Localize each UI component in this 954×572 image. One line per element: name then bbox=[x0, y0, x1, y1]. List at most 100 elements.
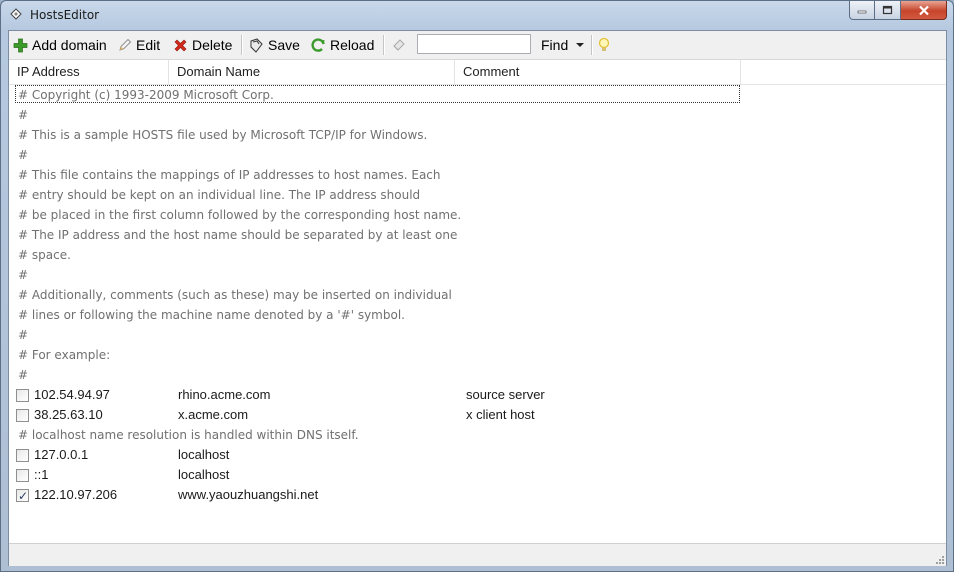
ip-cell: 127.0.0.1 bbox=[34, 447, 89, 462]
find-button[interactable]: Find bbox=[541, 34, 568, 56]
comment-text: # This is a sample HOSTS file used by Mi… bbox=[18, 128, 428, 142]
delete-label: Delete bbox=[192, 37, 233, 53]
ip-cell: 122.10.97.206 bbox=[34, 487, 118, 502]
dropdown-arrow-icon bbox=[576, 43, 584, 47]
comment-cell: x client host bbox=[466, 407, 535, 422]
minimize-button[interactable] bbox=[849, 1, 875, 20]
save-icon bbox=[250, 37, 263, 53]
comment-cell: source server bbox=[466, 387, 545, 402]
toolbar-separator bbox=[241, 35, 243, 55]
comment-text: # For example: bbox=[18, 348, 111, 362]
maximize-button[interactable] bbox=[875, 1, 901, 20]
toolbar-separator bbox=[383, 35, 385, 55]
comment-row[interactable]: # lines or following the machine name de… bbox=[9, 305, 946, 325]
find-input[interactable] bbox=[417, 34, 531, 54]
column-header-ip[interactable]: IP Address bbox=[9, 60, 169, 84]
enable-checkbox[interactable] bbox=[16, 486, 29, 506]
reload-button[interactable]: Reload bbox=[311, 34, 374, 56]
pencil-icon bbox=[119, 38, 132, 51]
app-window: HostsEditor Add domain Edit Delete Save … bbox=[0, 0, 954, 572]
comment-row[interactable]: # bbox=[9, 325, 946, 345]
comment-row[interactable]: # Copyright (c) 1993-2009 Microsoft Corp… bbox=[9, 85, 946, 105]
comment-text: # Copyright (c) 1993-2009 Microsoft Corp… bbox=[18, 88, 274, 102]
delete-x-icon bbox=[174, 39, 187, 51]
host-entry-row[interactable]: 127.0.0.1 localhost bbox=[9, 445, 946, 465]
host-entry-row[interactable]: 38.25.63.10 x.acme.com x client host bbox=[9, 405, 946, 425]
comment-row[interactable]: # localhost name resolution is handled w… bbox=[9, 425, 946, 445]
comment-row[interactable]: # bbox=[9, 105, 946, 125]
eraser-icon bbox=[393, 39, 405, 51]
comment-text: # lines or following the machine name de… bbox=[18, 308, 405, 322]
ip-cell: 38.25.63.10 bbox=[34, 407, 103, 422]
reload-icon bbox=[311, 37, 325, 52]
comment-text: # The IP address and the host name shoul… bbox=[18, 228, 458, 242]
close-button[interactable] bbox=[901, 1, 947, 20]
comment-row[interactable]: # This file contains the mappings of IP … bbox=[9, 165, 946, 185]
status-bar bbox=[9, 543, 946, 566]
restore-icon bbox=[882, 5, 893, 15]
comment-text: # bbox=[18, 328, 29, 342]
lightbulb-icon bbox=[598, 37, 610, 51]
resize-grip-icon[interactable] bbox=[934, 554, 944, 564]
comment-text: # bbox=[18, 268, 29, 282]
comment-text: # entry should be kept on an individual … bbox=[18, 188, 421, 202]
host-entry-row[interactable]: 122.10.97.206 www.yaouzhuangshi.net bbox=[9, 485, 946, 506]
comment-row[interactable]: # This is a sample HOSTS file used by Mi… bbox=[9, 125, 946, 145]
add-domain-label: Add domain bbox=[32, 37, 107, 53]
comment-text: # be placed in the first column followed… bbox=[18, 208, 462, 222]
comment-row[interactable]: # bbox=[9, 145, 946, 165]
comment-text: # bbox=[18, 108, 29, 122]
app-logo-icon bbox=[10, 8, 22, 20]
enable-checkbox[interactable] bbox=[16, 409, 29, 422]
minimize-icon bbox=[857, 10, 867, 14]
toolbar: Add domain Edit Delete Save Reload Find bbox=[9, 31, 946, 60]
close-icon bbox=[918, 5, 929, 15]
edit-button[interactable]: Edit bbox=[117, 34, 160, 56]
comment-row[interactable]: # be placed in the first column followed… bbox=[9, 205, 946, 225]
column-header-domain[interactable]: Domain Name bbox=[169, 60, 455, 84]
comment-row[interactable]: # bbox=[9, 365, 946, 385]
toolbar-separator bbox=[591, 35, 593, 55]
host-entry-row[interactable]: ::1 localhost bbox=[9, 465, 946, 485]
edit-label: Edit bbox=[136, 37, 161, 53]
enable-checkbox[interactable] bbox=[16, 449, 29, 462]
comment-text: # bbox=[18, 148, 29, 162]
enable-checkbox[interactable] bbox=[16, 389, 29, 402]
comment-row[interactable]: # entry should be kept on an individual … bbox=[9, 185, 946, 205]
comment-row[interactable]: # The IP address and the host name shoul… bbox=[9, 225, 946, 245]
clear-filter-button[interactable] bbox=[391, 34, 411, 56]
find-dropdown-button[interactable] bbox=[575, 34, 589, 56]
hosts-list[interactable]: IP Address Domain Name Comment # Copyrig… bbox=[9, 60, 946, 543]
comment-row[interactable]: # For example: bbox=[9, 345, 946, 365]
comment-text: # space. bbox=[18, 248, 71, 262]
save-button[interactable]: Save bbox=[249, 34, 300, 56]
title-bar[interactable]: HostsEditor bbox=[1, 1, 953, 30]
ip-cell: 102.54.94.97 bbox=[34, 387, 110, 402]
window-title: HostsEditor bbox=[30, 8, 100, 22]
domain-cell: www.yaouzhuangshi.net bbox=[178, 487, 319, 502]
delete-button[interactable]: Delete bbox=[173, 34, 232, 56]
domain-cell: x.acme.com bbox=[178, 407, 249, 422]
plus-icon bbox=[13, 38, 28, 52]
add-domain-button[interactable]: Add domain bbox=[13, 34, 107, 56]
client-area: Add domain Edit Delete Save Reload Find … bbox=[8, 30, 947, 566]
domain-cell: localhost bbox=[178, 467, 230, 482]
ip-cell: ::1 bbox=[34, 467, 49, 482]
column-header-comment[interactable]: Comment bbox=[455, 60, 741, 84]
domain-cell: rhino.acme.com bbox=[178, 387, 271, 402]
comment-text: # Additionally, comments (such as these)… bbox=[18, 288, 452, 302]
find-label: Find bbox=[541, 37, 569, 53]
comment-row[interactable]: # Additionally, comments (such as these)… bbox=[9, 285, 946, 305]
comment-text: # localhost name resolution is handled w… bbox=[18, 428, 359, 442]
highlight-button[interactable] bbox=[597, 34, 615, 56]
list-header: IP Address Domain Name Comment bbox=[9, 60, 946, 85]
save-label: Save bbox=[268, 37, 300, 53]
comment-text: # This file contains the mappings of IP … bbox=[18, 168, 441, 182]
comment-row[interactable]: # space. bbox=[9, 245, 946, 265]
host-entry-row[interactable]: 102.54.94.97 rhino.acme.com source server bbox=[9, 385, 946, 405]
comment-row[interactable]: # bbox=[9, 265, 946, 285]
enable-checkbox[interactable] bbox=[16, 469, 29, 482]
comment-text: # bbox=[18, 368, 29, 382]
reload-label: Reload bbox=[330, 37, 375, 53]
domain-cell: localhost bbox=[178, 447, 230, 462]
